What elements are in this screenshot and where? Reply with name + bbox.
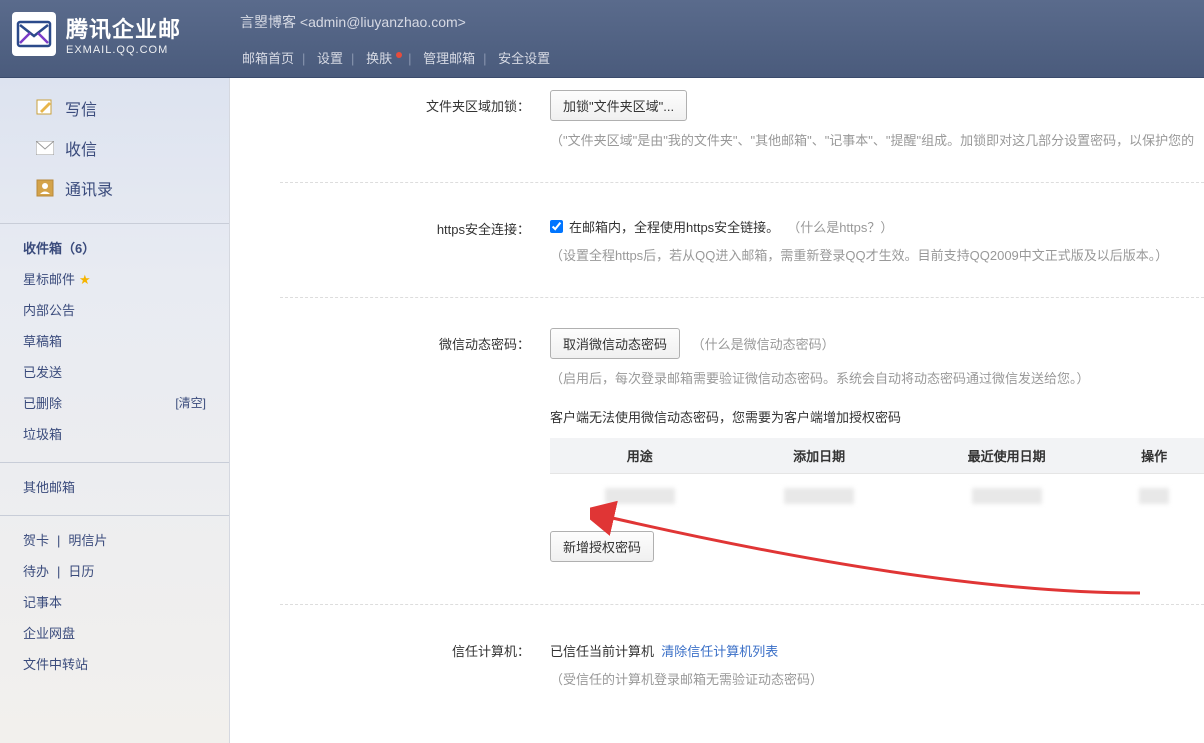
th-lastuse: 最近使用日期	[909, 438, 1104, 474]
folder-deleted[interactable]: 已删除[清空]	[20, 387, 209, 418]
th-adddate: 添加日期	[729, 438, 908, 474]
folder-starred[interactable]: 星标邮件★	[20, 263, 209, 294]
divider	[280, 182, 1204, 183]
blurred-cell	[1139, 488, 1169, 504]
sidebar-item-label: 通讯录	[65, 176, 113, 200]
folder-sent[interactable]: 已发送	[20, 356, 209, 387]
folder-announce[interactable]: 内部公告	[20, 294, 209, 325]
inbox-icon	[35, 138, 55, 158]
what-https-link[interactable]: （什么是https？）	[787, 217, 893, 236]
lock-folder-button[interactable]: 加锁"文件夹区域"...	[550, 90, 687, 121]
hint-text: （受信任的计算机登录邮箱无需验证动态密码）	[550, 670, 1204, 691]
add-auth-password-button[interactable]: 新增授权密码	[550, 531, 654, 562]
th-action: 操作	[1104, 438, 1204, 474]
what-wechat-link[interactable]: （什么是微信动态密码）	[692, 337, 835, 352]
star-icon: ★	[79, 272, 91, 287]
logo-icon	[12, 12, 56, 56]
hint-text: （"文件夹区域"是由"我的文件夹"、"其他邮箱"、"记事本"、"提醒"组成。加锁…	[550, 131, 1204, 152]
top-nav: 邮箱首页| 设置| 换肤| 管理邮箱| 安全设置	[240, 48, 552, 67]
setting-label: 文件夹区域加锁：	[280, 90, 550, 152]
user-info: 言曌博客 <admin@liuyanzhao.com>	[240, 12, 466, 32]
clear-deleted[interactable]: [清空]	[175, 394, 206, 411]
tool-card[interactable]: 贺卡	[23, 533, 49, 548]
setting-wechat: 微信动态密码： 取消微信动态密码 （什么是微信动态密码） （启用后，每次登录邮箱…	[280, 316, 1204, 575]
folder-inbox[interactable]: 收件箱（6）	[20, 232, 209, 263]
tool-netdisk[interactable]: 企业网盘	[20, 617, 209, 648]
tool-postcard[interactable]: 明信片	[68, 533, 107, 548]
divider	[280, 297, 1204, 298]
header: 腾讯企业邮 EXMAIL.QQ.COM 言曌博客 <admin@liuyanzh…	[0, 0, 1204, 78]
tools-row-1: 贺卡|明信片	[20, 524, 209, 555]
compose-icon	[35, 98, 55, 118]
nav-manage[interactable]: 管理邮箱	[421, 51, 477, 66]
tool-todo[interactable]: 待办	[23, 564, 49, 579]
tool-notes[interactable]: 记事本	[20, 586, 209, 617]
folder-other[interactable]: 其他邮箱	[20, 471, 209, 502]
auth-table: 用途 添加日期 最近使用日期 操作	[550, 438, 1204, 521]
folder-drafts[interactable]: 草稿箱	[20, 325, 209, 356]
hint-text: （设置全程https后，若从QQ进入邮箱，需重新登录QQ才生效。目前支持QQ20…	[550, 246, 1204, 267]
setting-folder-lock: 文件夹区域加锁： 加锁"文件夹区域"... （"文件夹区域"是由"我的文件夹"、…	[280, 78, 1204, 164]
logo-text: 腾讯企业邮 EXMAIL.QQ.COM	[66, 12, 181, 56]
https-checkbox[interactable]	[550, 220, 563, 233]
blurred-cell	[784, 488, 854, 504]
clear-trust-link[interactable]: 清除信任计算机列表	[661, 644, 778, 659]
setting-trust: 信任计算机： 已信任当前计算机 清除信任计算机列表 （受信任的计算机登录邮箱无需…	[280, 623, 1204, 703]
th-purpose: 用途	[550, 438, 729, 474]
checkbox-label: 在邮箱内，全程使用https安全链接。	[569, 217, 779, 236]
nav-home[interactable]: 邮箱首页	[240, 51, 296, 66]
cancel-wechat-button[interactable]: 取消微信动态密码	[550, 328, 680, 359]
logo-area[interactable]: 腾讯企业邮 EXMAIL.QQ.COM	[12, 12, 181, 56]
nav-settings[interactable]: 设置	[315, 51, 345, 66]
trust-status: 已信任当前计算机	[550, 644, 654, 659]
setting-https: https安全连接： 在邮箱内，全程使用https安全链接。 （什么是https…	[280, 201, 1204, 279]
sidebar: 写信 收信 通讯录 收件箱（6） 星标邮件★ 内部公告 草稿箱 已发送 已删除[…	[0, 78, 230, 743]
blurred-cell	[605, 488, 675, 504]
sidebar-item-label: 写信	[65, 96, 97, 120]
sidebar-inbox[interactable]: 收信	[35, 128, 209, 168]
tool-calendar[interactable]: 日历	[68, 564, 94, 579]
contacts-icon	[35, 178, 55, 198]
table-row	[550, 474, 1204, 522]
main-content: 文件夹区域加锁： 加锁"文件夹区域"... （"文件夹区域"是由"我的文件夹"、…	[230, 78, 1204, 743]
setting-label: https安全连接：	[280, 213, 550, 267]
nav-skin[interactable]: 换肤	[364, 51, 394, 66]
folder-spam[interactable]: 垃圾箱	[20, 418, 209, 449]
sidebar-compose[interactable]: 写信	[35, 88, 209, 128]
setting-label: 信任计算机：	[280, 635, 550, 691]
blurred-cell	[972, 488, 1042, 504]
sidebar-contacts[interactable]: 通讯录	[35, 168, 209, 208]
client-note: 客户端无法使用微信动态密码，您需要为客户端增加授权密码	[550, 407, 1204, 426]
divider	[280, 604, 1204, 605]
setting-label: 微信动态密码：	[280, 328, 550, 563]
sidebar-item-label: 收信	[65, 136, 97, 160]
nav-security[interactable]: 安全设置	[496, 51, 552, 66]
hint-text: （启用后，每次登录邮箱需要验证微信动态密码。系统会自动将动态密码通过微信发送给您…	[550, 369, 1204, 390]
tools-row-2: 待办|日历	[20, 555, 209, 586]
